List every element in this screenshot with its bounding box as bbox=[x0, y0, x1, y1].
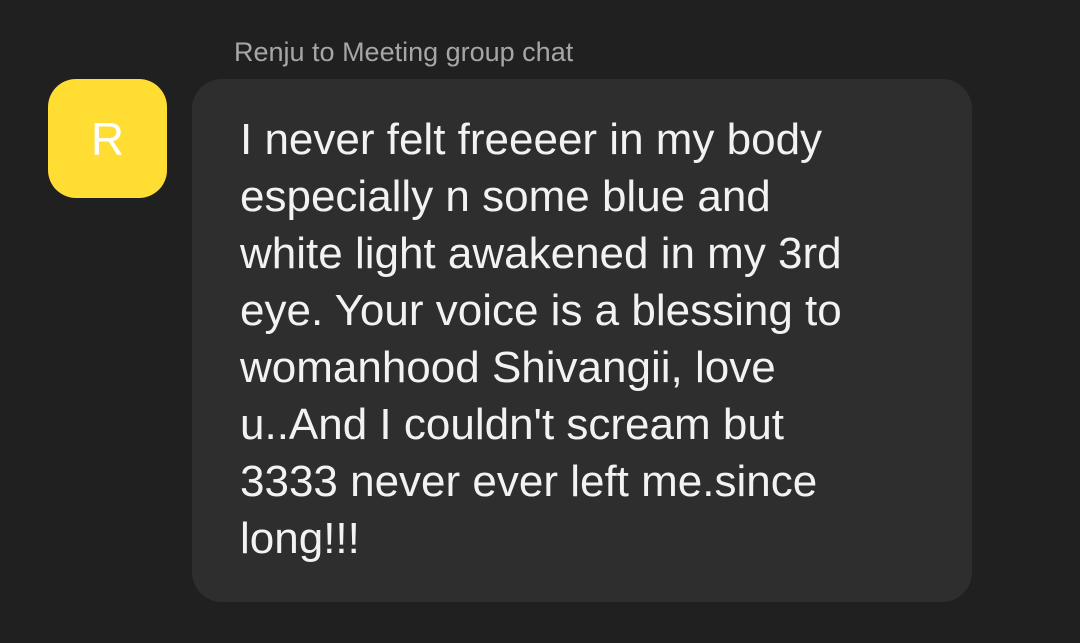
message-bubble[interactable]: I never felt freeeer in my body especial… bbox=[192, 79, 972, 602]
message-line: I never felt freeeer in my body bbox=[240, 115, 823, 164]
message-line: long!!! bbox=[240, 514, 360, 563]
message-line: eye. Your voice is a blessing to bbox=[240, 286, 842, 335]
message-line: white light awakened in my 3rd bbox=[240, 229, 842, 278]
message-line: especially n some blue and bbox=[240, 172, 771, 221]
message-line: u..And I couldn't scream but bbox=[240, 400, 785, 449]
chat-screen: Renju to Meeting group chat R I never fe… bbox=[0, 0, 1080, 643]
message-text: I never felt freeeer in my body especial… bbox=[240, 111, 932, 567]
avatar[interactable]: R bbox=[48, 79, 167, 198]
message-line: womanhood Shivangii, love bbox=[240, 343, 776, 392]
sender-line: Renju to Meeting group chat bbox=[234, 37, 574, 67]
avatar-initial: R bbox=[90, 112, 125, 165]
message-line: 3333 never ever left me.since bbox=[240, 457, 818, 506]
